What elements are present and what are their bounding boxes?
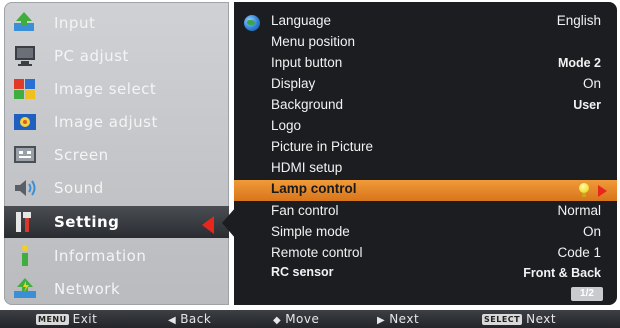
row-label: Menu position: [271, 34, 356, 49]
menu-label-network: Network: [54, 280, 121, 298]
pc-adjust-icon: [15, 46, 35, 66]
right-triangle-icon: ▶: [377, 315, 386, 326]
row-fan-control[interactable]: Fan control Normal: [234, 202, 617, 223]
image-adjust-icon: [14, 114, 36, 130]
menu-label-pc-adjust: PC adjust: [54, 47, 129, 65]
menu-label-image-select: Image select: [54, 80, 157, 98]
projector-osd-menu: Input PC adjust Image select Image adjus…: [0, 0, 620, 328]
row-label: HDMI setup: [271, 160, 343, 175]
setting-icon: [16, 212, 31, 232]
row-label: Input button: [271, 55, 343, 70]
row-value: Mode 2: [557, 56, 601, 70]
menu-item-image-adjust[interactable]: Image adjust: [4, 106, 229, 138]
footer-select-next-label: Next: [526, 312, 557, 326]
menu-key-badge: MENU: [36, 314, 69, 325]
image-select-icon: [14, 79, 35, 99]
row-value: Front & Back: [523, 266, 601, 280]
right-arrow-icon: [598, 185, 607, 197]
row-value: Normal: [557, 203, 601, 218]
row-value: Code 1: [557, 245, 601, 260]
row-value: On: [582, 76, 601, 91]
footer-next: ▶ Next: [377, 312, 419, 326]
information-icon: [22, 245, 28, 266]
row-rc-sensor[interactable]: RC sensor Front & Back: [234, 264, 617, 285]
globe-icon: [244, 15, 260, 31]
row-label: Language: [271, 13, 332, 28]
row-remote-control[interactable]: Remote control Code 1: [234, 244, 617, 265]
row-label: RC sensor: [271, 265, 334, 279]
row-input-button[interactable]: Input button Mode 2: [234, 54, 617, 75]
menu-item-image-select[interactable]: Image select: [4, 73, 229, 105]
row-picture-in-picture[interactable]: Picture in Picture: [234, 138, 617, 159]
footer-select-next: SELECT Next: [482, 312, 556, 326]
footer-help-bar: MENU Exit ◀ Back ◆ Move ▶ Next SELECT Next: [0, 310, 620, 328]
row-label: Background: [271, 97, 344, 112]
menu-label-sound: Sound: [54, 179, 104, 197]
footer-move-label: Move: [285, 312, 320, 326]
row-background[interactable]: Background User: [234, 96, 617, 117]
menu-label-image-adjust: Image adjust: [54, 113, 158, 131]
input-icon: [14, 12, 34, 31]
footer-exit: MENU Exit: [36, 312, 97, 326]
footer-back: ◀ Back: [168, 312, 211, 326]
menu-item-information[interactable]: Information: [4, 240, 229, 272]
footer-next-label: Next: [389, 312, 420, 326]
row-hdmi-setup[interactable]: HDMI setup: [234, 159, 617, 180]
menu-item-screen[interactable]: Screen: [4, 139, 229, 171]
row-label: Logo: [271, 118, 302, 133]
row-language[interactable]: Language English: [234, 12, 617, 33]
main-menu-panel: Input PC adjust Image select Image adjus…: [4, 2, 229, 305]
menu-item-network[interactable]: Network: [4, 273, 229, 305]
left-triangle-icon: ◀: [168, 315, 177, 326]
row-label: Remote control: [271, 245, 363, 260]
selected-arrow-icon: [202, 216, 214, 234]
menu-label-screen: Screen: [54, 146, 109, 164]
row-label: Simple mode: [271, 224, 350, 239]
footer-move: ◆ Move: [273, 312, 319, 326]
menu-item-setting[interactable]: Setting: [4, 206, 229, 238]
footer-exit-label: Exit: [72, 312, 98, 326]
page-indicator: 1/2: [571, 287, 603, 301]
menu-item-sound[interactable]: Sound: [4, 172, 229, 204]
row-label: Display: [271, 76, 316, 91]
row-lamp-control[interactable]: Lamp control: [234, 180, 617, 201]
row-logo[interactable]: Logo: [234, 117, 617, 138]
lamp-bulb-icon: [579, 183, 589, 197]
menu-label-information: Information: [54, 247, 147, 265]
row-value: User: [573, 98, 601, 112]
sound-icon: [15, 180, 36, 196]
row-display[interactable]: Display On: [234, 75, 617, 96]
network-icon: [14, 278, 36, 298]
row-label: Lamp control: [271, 181, 357, 196]
menu-item-input[interactable]: Input: [4, 7, 229, 39]
row-label: Picture in Picture: [271, 139, 374, 154]
row-value: English: [556, 13, 601, 28]
footer-back-label: Back: [180, 312, 212, 326]
row-simple-mode[interactable]: Simple mode On: [234, 223, 617, 244]
row-menu-position[interactable]: Menu position: [234, 33, 617, 54]
up-down-icon: ◆: [273, 315, 282, 326]
menu-label-setting: Setting: [54, 213, 120, 231]
select-key-badge: SELECT: [482, 314, 523, 325]
menu-item-pc-adjust[interactable]: PC adjust: [4, 40, 229, 72]
row-label: Fan control: [271, 203, 339, 218]
menu-label-input: Input: [54, 14, 96, 32]
setting-submenu-panel: Language English Menu position Input but…: [234, 2, 617, 305]
row-value: On: [582, 224, 601, 239]
screen-icon: [14, 146, 36, 163]
